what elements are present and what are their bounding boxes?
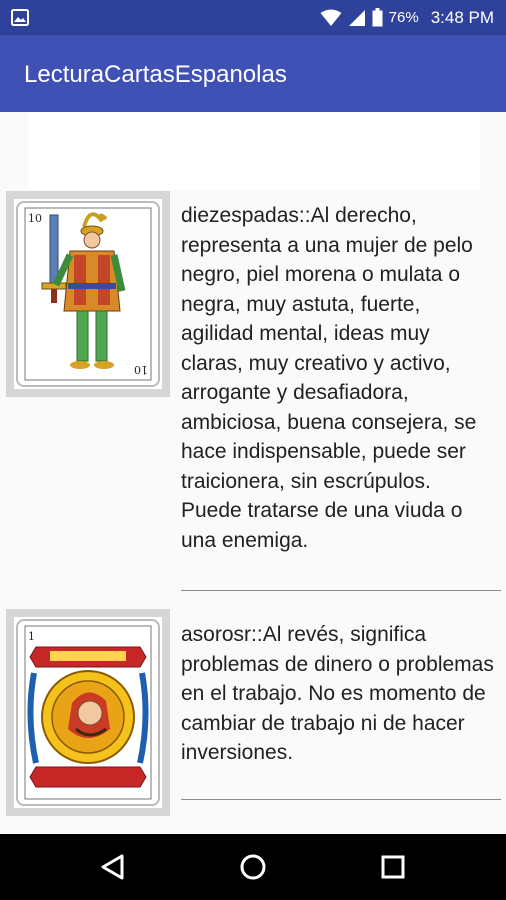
card-number: 1: [28, 630, 35, 643]
image-icon: [11, 9, 29, 26]
home-icon[interactable]: [235, 849, 271, 885]
divider: [181, 590, 501, 591]
status-clock: 3:48 PM: [430, 7, 494, 27]
card-description: asorosr::Al revés, significa problemas d…: [181, 623, 494, 764]
card-number: 10: [28, 212, 42, 225]
card-description: diezespadas::Al derecho, representa a un…: [181, 204, 477, 552]
app-bar: LecturaCartasEspanolas: [0, 35, 506, 112]
banner-area: [28, 112, 480, 190]
battery-icon: [372, 8, 383, 27]
divider: [181, 799, 501, 800]
list-item[interactable]: 10 10 diezespadas::Al derecho, represent…: [0, 191, 506, 591]
navigation-bar: [0, 834, 506, 900]
battery-percent: 76%: [388, 9, 419, 26]
card-image-frame[interactable]: 10 10: [6, 191, 170, 397]
back-icon[interactable]: [95, 849, 131, 885]
card-number-bottom: 10: [134, 363, 148, 376]
app-title: LecturaCartasEspanolas: [24, 61, 287, 88]
signal-icon: [348, 9, 365, 26]
card-list[interactable]: 10 10 diezespadas::Al derecho, represent…: [0, 112, 506, 834]
card-image-frame[interactable]: 1: [6, 609, 170, 816]
list-item[interactable]: 1 asorosr::Al revés, significa problemas…: [0, 609, 506, 816]
ace-of-coins-card-image: 1: [16, 619, 160, 806]
wifi-icon: [320, 9, 342, 26]
recents-icon[interactable]: [375, 849, 411, 885]
ten-of-swords-card-image: 10 10: [16, 201, 160, 387]
status-bar: 76% 3:48 PM: [0, 0, 506, 35]
